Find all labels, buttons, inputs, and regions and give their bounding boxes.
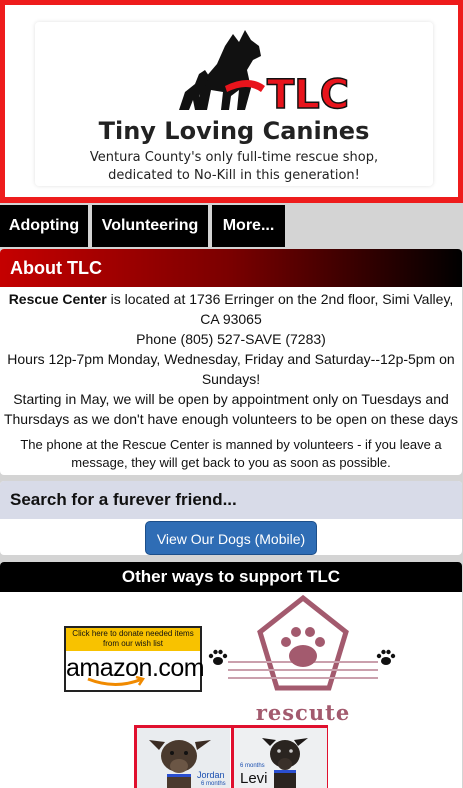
tagline-line-1: Ventura County's only full-time rescue s… (89, 150, 379, 165)
nav-volunteering-button[interactable]: Volunteering (92, 205, 208, 247)
search-heading: Search for a furever friend... (0, 481, 462, 519)
amazon-wishlist-link[interactable]: Click here to donate needed items from o… (64, 626, 205, 692)
tlc-logo[interactable]: TLC (165, 26, 365, 112)
paw-icon-right (376, 649, 396, 665)
view-our-dogs-button[interactable]: View Our Dogs (Mobile) (145, 521, 317, 555)
dog-card-levi[interactable]: 6 months Levi (234, 728, 327, 788)
dog-age-levi: 6 months (240, 763, 265, 769)
amazon-banner-text: Click here to donate needed items from o… (66, 628, 200, 651)
site-title: Tiny Loving Canines (98, 117, 370, 145)
site-header: TLC Tiny Loving Canines Ventura County's… (0, 0, 463, 203)
about-hours: Hours 12p-7pm Monday, Wednesday, Friday … (7, 351, 455, 387)
header-card: TLC Tiny Loving Canines Ventura County's… (35, 22, 433, 186)
logo-tlc-text: TLC (267, 72, 349, 112)
dog-name-jordan: Jordan (197, 770, 225, 780)
about-heading: About TLC (0, 249, 462, 287)
paw-icon-left (208, 649, 228, 665)
about-phone-note: The phone at the Rescue Center is manned… (20, 437, 442, 470)
tagline-line-2: dedicated to No-Kill in this generation! (108, 168, 360, 183)
search-section: Search for a furever friend... View Our … (0, 481, 462, 555)
about-appointment: Starting in May, we will be open by appo… (3, 391, 459, 427)
featured-dogs[interactable]: Jordan 6 months 6 months Levi (134, 725, 328, 788)
amazon-smile-icon (87, 676, 145, 686)
about-phone: Phone (805) 527-SAVE (7283) (136, 331, 326, 347)
about-body: Rescue Center is located at 1736 Erringe… (0, 287, 462, 472)
rescue-center-address: is located at 1736 Erringer on the 2nd f… (106, 291, 454, 327)
dog-silhouette-large (195, 30, 261, 110)
rescue-center-label: Rescue Center (8, 291, 107, 307)
tagline: Ventura County's only full-time rescue s… (35, 149, 433, 185)
support-section: Other ways to support TLC Click here to … (0, 562, 462, 788)
dog-card-jordan[interactable]: Jordan 6 months (137, 728, 230, 788)
header-inner: TLC Tiny Loving Canines Ventura County's… (5, 5, 458, 197)
dog-age-jordan: 6 months (201, 781, 226, 787)
about-section: About TLC Rescue Center is located at 17… (0, 249, 462, 475)
nav-more-button[interactable]: More... (212, 205, 285, 247)
about-location: Rescue Center is located at 1736 Erringe… (0, 289, 462, 329)
support-heading: Other ways to support TLC (0, 562, 462, 592)
dog-name-levi: Levi (240, 770, 268, 787)
rescute-label: rescute (255, 700, 351, 725)
nav-adopting-button[interactable]: Adopting (0, 205, 88, 247)
